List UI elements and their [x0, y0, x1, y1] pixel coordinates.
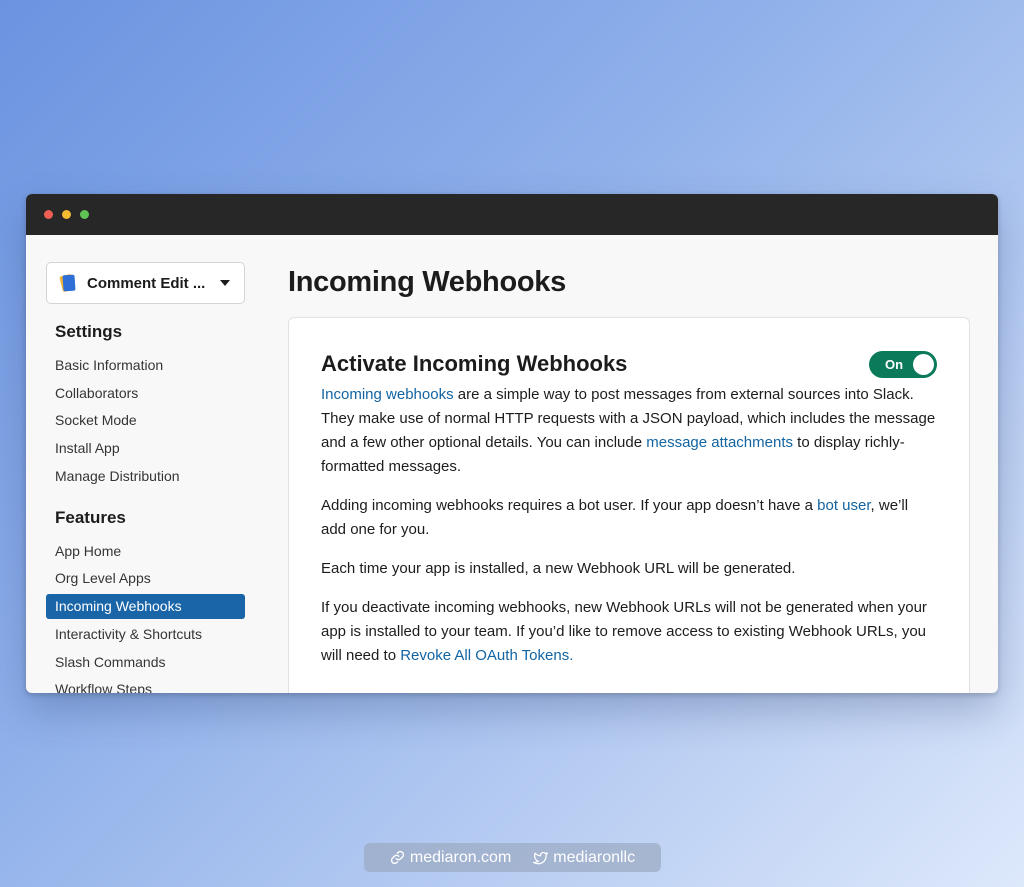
- toggle-label: On: [885, 356, 904, 372]
- deactivate-paragraph: If you deactivate incoming webhooks, new…: [321, 596, 937, 668]
- sidebar-item-manage-distribution[interactable]: Manage Distribution: [46, 464, 246, 489]
- bot-user-text-1: Adding incoming webhooks requires a bot …: [321, 497, 818, 514]
- app-content: Comment Edit ... Settings Basic Informat…: [26, 235, 998, 693]
- settings-section-title: Settings: [55, 322, 123, 341]
- sidebar-item-org-level-apps[interactable]: Org Level Apps: [46, 566, 246, 591]
- app-name: Comment Edit ...: [87, 274, 206, 292]
- close-window-button[interactable]: [44, 210, 53, 219]
- page-title: Incoming Webhooks: [288, 266, 566, 298]
- twitter-credit[interactable]: mediaronllc: [533, 849, 635, 867]
- sidebar-item-basic-information[interactable]: Basic Information: [46, 353, 246, 378]
- revoke-tokens-link[interactable]: Revoke All OAuth Tokens.: [400, 647, 573, 664]
- features-section-title: Features: [55, 507, 126, 527]
- card-header: Activate Incoming Webhooks On: [321, 349, 937, 379]
- settings-nav: Basic Information Collaborators Socket M…: [46, 353, 246, 489]
- sidebar-item-socket-mode[interactable]: Socket Mode: [46, 408, 246, 433]
- app-logo-icon: [59, 273, 77, 293]
- incoming-webhooks-link[interactable]: Incoming webhooks: [321, 386, 454, 403]
- twitter-bird-icon: [533, 851, 549, 865]
- bot-user-link[interactable]: bot user: [817, 497, 870, 514]
- sidebar-item-collaborators[interactable]: Collaborators: [46, 381, 246, 406]
- maximize-window-button[interactable]: [80, 210, 89, 219]
- sidebar-item-interactivity-shortcuts[interactable]: Interactivity & Shortcuts: [46, 622, 246, 647]
- twitter-text: mediaronllc: [553, 848, 636, 866]
- toggle-knob: [913, 353, 934, 375]
- link-icon: [390, 850, 404, 865]
- bot-user-paragraph: Adding incoming webhooks requires a bot …: [321, 494, 937, 542]
- window-titlebar: [26, 194, 998, 235]
- browser-window: Comment Edit ... Settings Basic Informat…: [26, 194, 998, 693]
- sidebar-item-slash-commands[interactable]: Slash Commands: [46, 650, 246, 675]
- sidebar-item-incoming-webhooks[interactable]: Incoming Webhooks: [46, 594, 245, 620]
- description-paragraph: Incoming webhooks are a simple way to po…: [321, 383, 937, 479]
- caret-down-icon: [220, 280, 230, 286]
- app-selector-dropdown[interactable]: Comment Edit ...: [46, 262, 245, 304]
- website-text: mediaron.com: [409, 848, 512, 866]
- sidebar: Comment Edit ... Settings Basic Informat…: [46, 262, 246, 693]
- website-credit[interactable]: mediaron.com: [390, 849, 511, 867]
- activate-webhooks-toggle[interactable]: On: [869, 350, 937, 378]
- minimize-window-button[interactable]: [62, 210, 71, 219]
- card-title: Activate Incoming Webhooks: [321, 351, 628, 376]
- features-nav: App Home Org Level Apps Incoming Webhook…: [46, 539, 246, 693]
- message-attachments-link[interactable]: message attachments: [646, 434, 793, 451]
- footer-badge: mediaron.com mediaronllc: [364, 843, 661, 872]
- sidebar-item-workflow-steps[interactable]: Workflow Steps: [46, 677, 246, 693]
- webhook-url-paragraph: Each time your app is installed, a new W…: [321, 560, 796, 577]
- sidebar-item-install-app[interactable]: Install App: [46, 436, 246, 461]
- webhooks-settings-card: Activate Incoming Webhooks On Incoming w…: [288, 317, 970, 693]
- sidebar-item-app-home[interactable]: App Home: [46, 539, 246, 564]
